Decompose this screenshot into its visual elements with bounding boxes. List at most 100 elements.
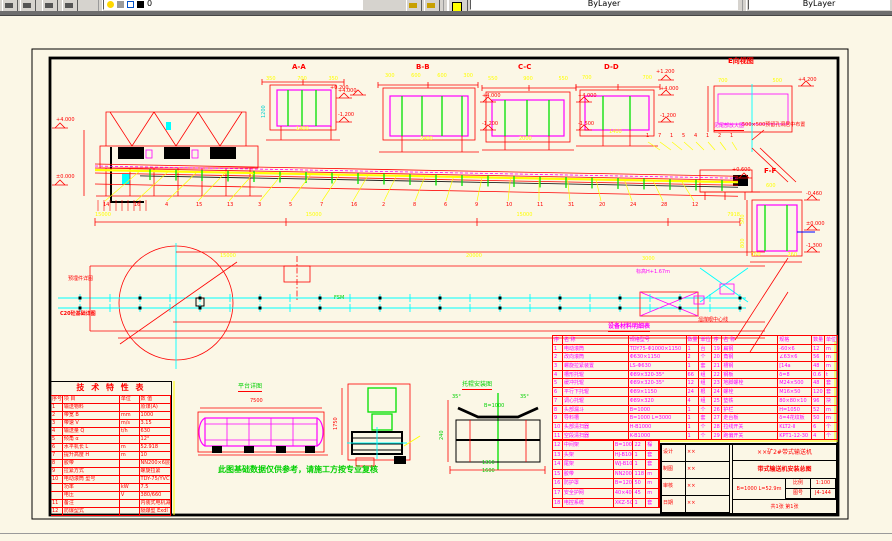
table-cell: 25 xyxy=(712,396,723,406)
table-cell: 18 xyxy=(553,498,563,509)
table-cell: m xyxy=(119,444,140,452)
dim-row-e: 700 500 xyxy=(718,78,782,84)
table-cell: 7 xyxy=(553,396,563,406)
table-cell: 1 xyxy=(633,450,647,461)
table-cell: 拉紧方式 xyxy=(62,468,120,476)
dim-label: 7500 xyxy=(250,398,263,404)
elev-mark: -1.200 xyxy=(338,112,355,118)
table-cell: B=1200 xyxy=(613,479,634,489)
dim-label: 700 xyxy=(297,76,307,82)
table-cell: 套 xyxy=(825,388,838,397)
balloon-label: 31 xyxy=(568,202,575,208)
balloon-label: 1 xyxy=(646,133,650,139)
table-cell: 功率 xyxy=(62,484,120,492)
balloon-label: 24 xyxy=(630,202,637,208)
table-cell: 名 称 xyxy=(562,336,629,345)
table-cell: NN200×6层 xyxy=(139,460,171,468)
table-cell: TDY-75/YVC xyxy=(139,476,171,484)
table-cell: 2 xyxy=(553,353,563,363)
table-cell: 个 xyxy=(699,431,713,441)
table-cell: 2 xyxy=(51,412,63,420)
table-cell: m xyxy=(646,479,660,489)
table-cell: H=1050 xyxy=(778,405,813,415)
detail-title: 平台详图 xyxy=(238,383,263,392)
table-cell: 电动滚筒 型号 xyxy=(62,476,120,484)
table-cell: 套 xyxy=(825,379,838,389)
table-cell: 17 xyxy=(553,488,563,499)
table-cell: 24 xyxy=(712,388,723,397)
table-cell: 15 xyxy=(553,469,563,480)
table-cell: 块 xyxy=(825,396,838,406)
table-cell: 26 xyxy=(712,405,723,415)
table-cell: 4 xyxy=(51,428,63,436)
table-cell: 380/660 xyxy=(139,492,171,500)
table-cell: 缓冲托辊 xyxy=(562,379,629,389)
sheet-count: 共1张 第1张 xyxy=(770,504,799,510)
table-cell: 0.6 xyxy=(812,370,826,380)
table-cell: 1 xyxy=(686,405,700,415)
dim-label: 500 xyxy=(772,78,782,84)
balloon-label: 5 xyxy=(682,133,686,139)
angle-label: 35° xyxy=(520,394,529,400)
table-cell: [14a xyxy=(778,362,813,371)
section-label-aa: A-A xyxy=(292,63,306,71)
table-cell: 1 xyxy=(51,404,63,412)
dim-label: 1400 xyxy=(609,129,622,135)
table-cell: 个 xyxy=(699,405,713,415)
table-cell: 电控系统 xyxy=(562,498,614,509)
table-cell: 118 xyxy=(633,469,647,480)
table-cell: 3 xyxy=(553,362,563,371)
table-cell: 调心托辊 xyxy=(562,396,629,406)
table-cell: HJ-B1000 xyxy=(613,450,634,461)
table-cell: LS-Φ630 xyxy=(628,362,687,371)
dim-label: 15000 xyxy=(305,212,322,218)
table-cell: 1 xyxy=(633,460,647,470)
table-cell: 52.918 xyxy=(139,444,171,452)
table-cell: 24 xyxy=(686,388,700,397)
drawing-no-label: 图号 xyxy=(786,489,811,499)
table-cell: Φ630×1150 xyxy=(628,353,687,363)
table-cell: m xyxy=(825,405,838,415)
balloon-label: 1 xyxy=(730,133,734,139)
balloon-label: 4 xyxy=(694,133,698,139)
section-label-ff: F-F xyxy=(764,167,777,175)
table-cell: 套 xyxy=(646,498,660,509)
table-cell: 数 值 xyxy=(139,396,171,404)
table-cell: V xyxy=(119,492,140,500)
table-cell: TDY75-Φ1000×1150 xyxy=(628,344,687,354)
dim-label: B=1000 xyxy=(484,403,505,409)
table-cell: 防护罩 xyxy=(562,479,614,489)
dim-label: 600 xyxy=(411,73,421,79)
e-view-note: 500×500预留孔洞居中布置 xyxy=(742,122,806,128)
table-cell: 3.15 xyxy=(139,420,171,428)
section-label-cc: C-C xyxy=(518,63,532,71)
dim-label: 1350 xyxy=(482,460,495,466)
table-cell: 11 xyxy=(553,431,563,441)
table-cell: 56 xyxy=(812,353,826,363)
table-cell: 1 xyxy=(686,362,700,371)
balloon-label: 1 xyxy=(706,133,710,139)
table-cell: 地脚螺栓 xyxy=(722,379,779,389)
table-cell: 9 xyxy=(51,468,63,476)
tech-spec-table: 技 术 特 性 表 序号项 目单位数 值 1 输送物料 原煤(A) 2 带宽 Bmm 100… xyxy=(50,381,172,516)
dim-label: 15000 xyxy=(95,212,111,218)
section-label-dd: D-D xyxy=(604,63,619,71)
table-cell: 630 xyxy=(139,428,171,436)
table-cell: 个 xyxy=(699,353,713,363)
balloon-label: 12 xyxy=(692,202,699,208)
dim-label: 700 xyxy=(718,78,728,84)
dim-label: 160 xyxy=(751,252,761,258)
table-cell: 个 xyxy=(825,422,838,432)
table-cell: 29 xyxy=(712,431,723,441)
balloon-label: 13 xyxy=(227,202,234,208)
section-label-bb: B-B xyxy=(416,63,430,71)
table-cell: 备注 xyxy=(62,500,120,508)
bom-table: 序名 称规格型号 数量 单位序名 称规格 数量 单位 1 电动滚筒 TDY75-Φ1000×1… xyxy=(552,335,838,441)
table-cell: 3 xyxy=(51,420,63,428)
table-cell xyxy=(119,436,140,444)
table-cell: 套 xyxy=(646,460,660,470)
table-cell: 48 xyxy=(812,379,826,389)
dim-row-bb: 300 600 600 300 xyxy=(385,73,473,79)
table-cell: 倾角 α xyxy=(62,436,120,444)
dim-label: 350 xyxy=(266,76,276,82)
